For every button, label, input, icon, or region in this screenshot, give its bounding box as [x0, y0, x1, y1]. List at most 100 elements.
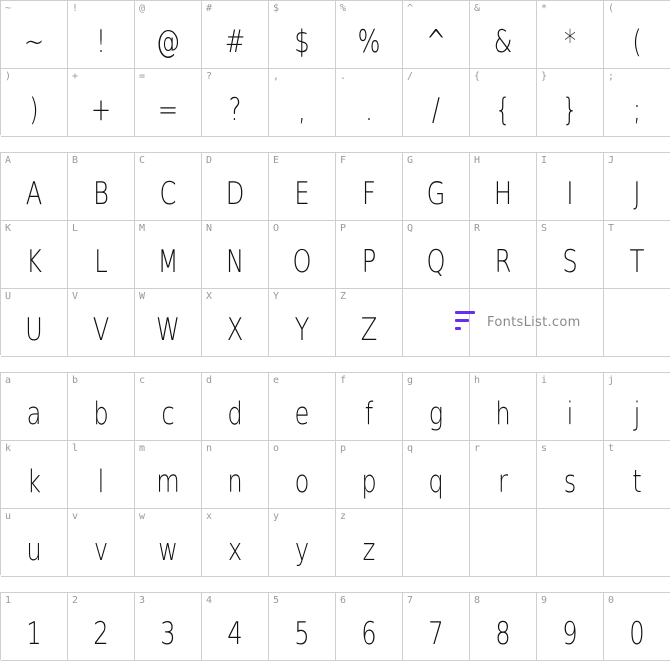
- glyph-sample: m: [156, 463, 180, 500]
- glyph-sample: C: [159, 175, 177, 212]
- glyph-cell: ff: [336, 373, 403, 441]
- glyph-label: O: [273, 223, 280, 234]
- glyph-label: v: [72, 511, 79, 522]
- glyph-label: 2: [72, 595, 79, 606]
- glyph-label: !: [72, 3, 79, 14]
- glyph-label: 8: [474, 595, 481, 606]
- glyph-cell: ..: [336, 69, 403, 137]
- glyph-label: G: [407, 155, 414, 166]
- glyph-sample: Q: [426, 243, 446, 280]
- glyph-label: E: [273, 155, 280, 166]
- glyph-label: ?: [206, 71, 213, 82]
- glyph-cell: HH: [470, 153, 537, 221]
- glyph-cell: TT: [604, 221, 670, 289]
- glyph-cell: oo: [269, 441, 336, 509]
- glyph-label: M: [139, 223, 146, 234]
- glyph-label: c: [139, 375, 146, 386]
- glyph-sample: P: [361, 243, 377, 280]
- glyph-label: ,: [273, 71, 280, 82]
- glyph-label: 0: [608, 595, 615, 606]
- glyph-cell: $ $: [269, 1, 336, 69]
- glyph-cell: FF: [336, 153, 403, 221]
- glyph-cell: nn: [202, 441, 269, 509]
- glyph-sample: 9: [562, 615, 578, 652]
- glyph-cell: UU: [1, 289, 68, 357]
- glyph-sample: (: [632, 23, 642, 60]
- glyph-cell: gg: [403, 373, 470, 441]
- glyph-label: =: [139, 71, 146, 82]
- glyph-label: (: [608, 3, 615, 14]
- glyph-cell: NN: [202, 221, 269, 289]
- glyph-label: p: [340, 443, 347, 454]
- glyph-sample: I: [566, 175, 574, 212]
- empty-cell: [470, 509, 537, 577]
- glyph-sample: B: [93, 175, 109, 212]
- glyph-cell: xx: [202, 509, 269, 577]
- glyph-label: U: [5, 291, 12, 302]
- glyph-sample: ;: [632, 91, 642, 128]
- glyph-cell: kk: [1, 441, 68, 509]
- glyph-cell: dd: [202, 373, 269, 441]
- glyph-sample: *: [563, 23, 577, 60]
- glyph-sample: c: [161, 395, 175, 432]
- glyph-cell: ZZ: [336, 289, 403, 357]
- glyph-sample: /: [431, 91, 441, 128]
- glyph-sample: n: [227, 463, 243, 500]
- empty-cell: [403, 509, 470, 577]
- glyph-sample: J: [633, 175, 641, 212]
- glyph-label: x: [206, 511, 213, 522]
- glyph-sample: X: [226, 311, 244, 348]
- glyph-sample: 8: [495, 615, 511, 652]
- glyph-label: n: [206, 443, 213, 454]
- glyph-cell: 88: [470, 593, 537, 661]
- glyph-cell: 99: [537, 593, 604, 661]
- glyph-label: e: [273, 375, 280, 386]
- glyph-sample: b: [93, 395, 109, 432]
- glyph-sample: }: [562, 91, 578, 128]
- glyph-label: j: [608, 375, 615, 386]
- glyph-cell: ??: [202, 69, 269, 137]
- glyph-cell: ^ ^: [403, 1, 470, 69]
- digits-grid: 11223344556677889900: [0, 592, 670, 661]
- glyph-cell: !!: [68, 1, 135, 69]
- glyph-sample: w: [158, 531, 178, 568]
- glyph-sample: %: [357, 23, 381, 60]
- glyph-sample: e: [294, 395, 310, 432]
- glyph-cell: hh: [470, 373, 537, 441]
- glyph-label: 3: [139, 595, 146, 606]
- glyph-sample: T: [629, 243, 645, 280]
- glyph-sample: D: [225, 175, 245, 212]
- glyph-label: &: [474, 3, 481, 14]
- glyph-label: t: [608, 443, 615, 454]
- glyph-label: 7: [407, 595, 414, 606]
- glyph-label: }: [541, 71, 548, 82]
- glyph-cell: uu: [1, 509, 68, 577]
- glyph-label: 1: [5, 595, 12, 606]
- glyph-label: Y: [273, 291, 280, 302]
- glyph-cell: MM: [135, 221, 202, 289]
- glyph-cell: VV: [68, 289, 135, 357]
- glyph-label: ;: [608, 71, 615, 82]
- glyph-cell: EE: [269, 153, 336, 221]
- glyph-label: W: [139, 291, 146, 302]
- glyph-cell: ,,: [269, 69, 336, 137]
- glyph-label: I: [541, 155, 548, 166]
- glyph-cell: YY: [269, 289, 336, 357]
- glyph-label: u: [5, 511, 12, 522]
- glyph-label: #: [206, 3, 213, 14]
- glyph-cell: 33: [135, 593, 202, 661]
- glyph-sample: y: [294, 531, 310, 568]
- glyph-label: b: [72, 375, 79, 386]
- glyph-sample: o: [294, 463, 310, 500]
- glyph-cell: PP: [336, 221, 403, 289]
- glyph-sample: 4: [227, 615, 243, 652]
- glyph-cell: bb: [68, 373, 135, 441]
- glyph-cell: ;;: [604, 69, 670, 137]
- glyph-sample: N: [225, 243, 245, 280]
- glyph-label: 5: [273, 595, 280, 606]
- glyph-label: a: [5, 375, 12, 386]
- glyph-label: 4: [206, 595, 213, 606]
- glyph-cell: BB: [68, 153, 135, 221]
- glyph-cell: ww: [135, 509, 202, 577]
- glyph-cell: * *: [537, 1, 604, 69]
